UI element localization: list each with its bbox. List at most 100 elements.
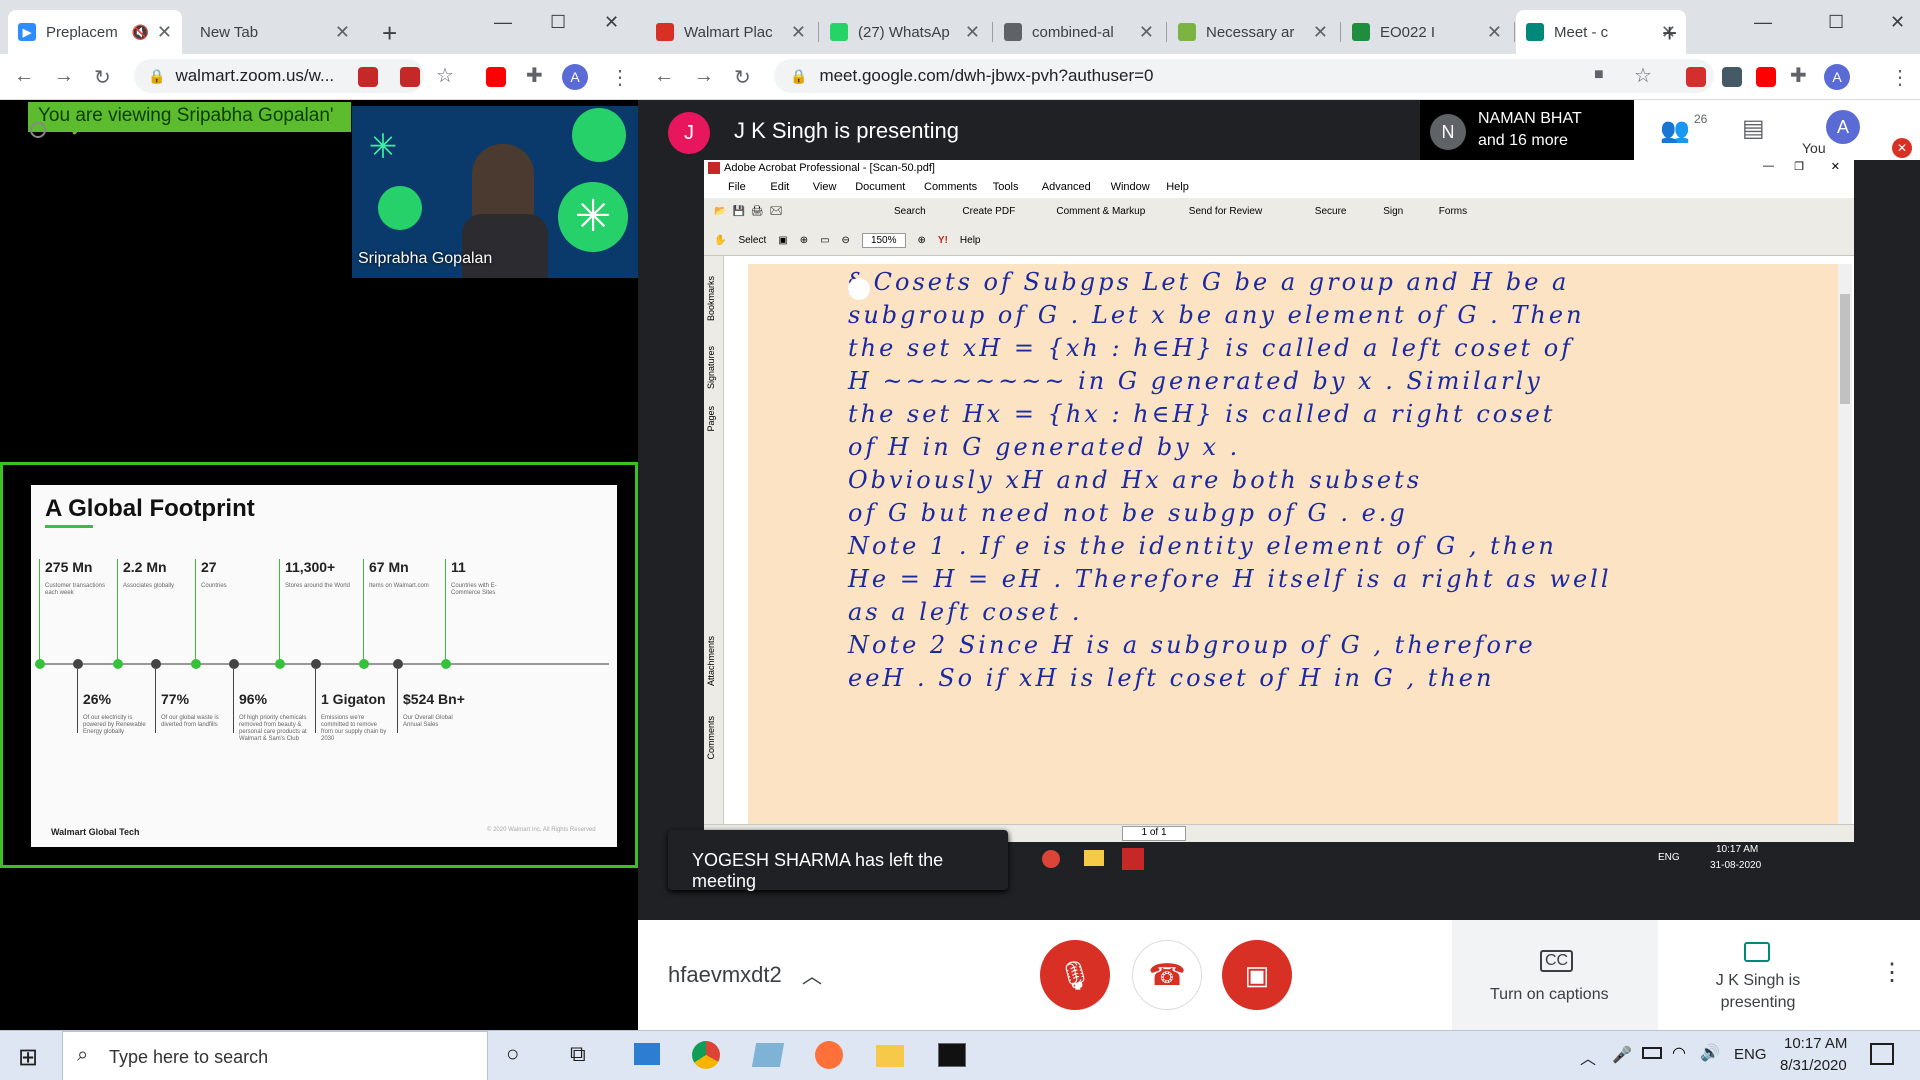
- zoom-out-icon[interactable]: ⊖: [842, 235, 850, 246]
- toolbar-forms[interactable]: Forms: [1439, 206, 1467, 217]
- terminal-icon[interactable]: [938, 1043, 966, 1067]
- leave-call-button[interactable]: ☎: [1132, 940, 1202, 1010]
- menu-item-window[interactable]: Window: [1111, 181, 1150, 193]
- url-field[interactable]: 🔒 walmart.zoom.us/w...: [134, 59, 424, 93]
- side-tab-signatures[interactable]: Signatures: [706, 346, 722, 389]
- app-icon[interactable]: [751, 1043, 785, 1067]
- acrobat-minimize-icon[interactable]: —: [1763, 160, 1774, 172]
- wifi-icon[interactable]: ◠: [1672, 1043, 1686, 1063]
- battery-icon[interactable]: [1642, 1047, 1662, 1059]
- zoom-plus-icon[interactable]: ⊕: [918, 235, 926, 246]
- close-window-icon[interactable]: ✕: [604, 12, 619, 33]
- more-options-icon[interactable]: ⋮: [1880, 958, 1904, 987]
- zoom-level[interactable]: 150%: [861, 232, 906, 248]
- menu-item-file[interactable]: File: [728, 181, 746, 193]
- profile-avatar[interactable]: A: [562, 64, 588, 90]
- toolbar-sign[interactable]: Sign: [1383, 206, 1403, 217]
- star-icon[interactable]: ☆: [436, 63, 454, 88]
- calendar-ext-icon[interactable]: [1722, 67, 1742, 87]
- reload-icon[interactable]: ↻: [94, 65, 111, 90]
- menu-icon[interactable]: ⋮: [1890, 65, 1910, 90]
- extensions-icon[interactable]: ✚: [1790, 63, 1807, 88]
- toolbar-search[interactable]: Search: [894, 206, 926, 217]
- menu-item-edit[interactable]: Edit: [770, 181, 789, 193]
- captions-button[interactable]: CC Turn on captions: [1452, 920, 1658, 1030]
- reload-icon[interactable]: ↻: [734, 65, 751, 90]
- camera-icon[interactable]: ■: [1594, 66, 1604, 84]
- menu-item-tools[interactable]: Tools: [993, 181, 1019, 193]
- file-tools-icons[interactable]: 📂💾🖨✉: [714, 206, 788, 217]
- youtube-ext-icon[interactable]: [486, 67, 506, 87]
- forward-icon[interactable]: →: [54, 65, 74, 88]
- file-explorer-icon[interactable]: [876, 1045, 904, 1067]
- shield-check-icon[interactable]: ✔: [70, 120, 85, 141]
- close-tab-icon[interactable]: ✕: [1313, 22, 1328, 43]
- toolbar-secure[interactable]: Secure: [1315, 206, 1347, 217]
- youtube-ext-icon[interactable]: [1756, 67, 1776, 87]
- camera-blocked-icon[interactable]: [400, 67, 420, 87]
- toolbar-comment-markup[interactable]: Comment & Markup: [1056, 206, 1145, 217]
- profile-avatar[interactable]: A: [1824, 64, 1850, 90]
- close-tab-icon[interactable]: ✕: [1139, 22, 1154, 43]
- new-tab-button[interactable]: +: [1662, 18, 1677, 49]
- menu-item-view[interactable]: View: [813, 181, 837, 193]
- acrobat-close-icon[interactable]: ✕: [1831, 160, 1840, 173]
- language-indicator[interactable]: ENG: [1734, 1046, 1767, 1063]
- menu-item-document[interactable]: Document: [855, 181, 905, 193]
- close-tab-icon[interactable]: ✕: [965, 22, 980, 43]
- help-button[interactable]: Help: [960, 235, 981, 246]
- side-tab-bookmarks[interactable]: Bookmarks: [706, 276, 722, 321]
- mute-tab-icon[interactable]: 🔇: [131, 24, 148, 41]
- volume-icon[interactable]: 🔊: [1700, 1043, 1720, 1063]
- windows-start-icon[interactable]: ⊞: [18, 1043, 38, 1072]
- tab-new[interactable]: New Tab ✕: [190, 10, 360, 54]
- menu-item-help[interactable]: Help: [1166, 181, 1189, 193]
- tab-3[interactable]: combined-al ✕: [994, 10, 1164, 54]
- info-icon[interactable]: [30, 122, 46, 138]
- people-icon[interactable]: 👥: [1660, 116, 1690, 145]
- close-tab-icon[interactable]: ✕: [335, 22, 350, 43]
- close-tab-icon[interactable]: ✕: [791, 22, 806, 43]
- acrobat-restore-icon[interactable]: ❐: [1794, 160, 1804, 173]
- fit-page-icon[interactable]: ▭: [820, 235, 829, 246]
- chat-icon[interactable]: ▤: [1742, 114, 1765, 143]
- minimize-icon[interactable]: —: [494, 12, 512, 33]
- chrome-icon[interactable]: [692, 1041, 720, 1069]
- clock-date[interactable]: 8/31/2020: [1780, 1057, 1847, 1074]
- abp-ext-icon[interactable]: [1686, 67, 1706, 87]
- menu-item-advanced[interactable]: Advanced: [1042, 181, 1091, 193]
- back-icon[interactable]: ←: [14, 65, 34, 88]
- participant-video-tile[interactable]: ✳ ✳ Sriprabha Gopalan: [352, 106, 638, 278]
- back-icon[interactable]: ←: [654, 65, 674, 88]
- star-icon[interactable]: ☆: [1634, 63, 1652, 88]
- scrollbar-thumb[interactable]: [1840, 294, 1850, 404]
- firefox-icon[interactable]: [815, 1041, 843, 1069]
- chevron-up-icon[interactable]: ︿: [802, 960, 822, 989]
- blocked-icon[interactable]: [358, 67, 378, 87]
- extensions-icon[interactable]: ✚: [526, 63, 543, 88]
- cortana-icon[interactable]: ○: [506, 1041, 519, 1067]
- toolbar-create-pdf[interactable]: Create PDF: [962, 206, 1015, 217]
- computer-icon[interactable]: [634, 1043, 660, 1065]
- scrollbar[interactable]: [1838, 264, 1852, 824]
- clock-time[interactable]: 10:17 AM: [1784, 1035, 1847, 1052]
- forward-icon[interactable]: →: [694, 65, 714, 88]
- tab-zoom[interactable]: ▶ Preplacem 🔇 ✕: [8, 10, 182, 54]
- task-view-icon[interactable]: ⧉: [570, 1041, 586, 1067]
- close-tab-icon[interactable]: ✕: [1487, 22, 1502, 43]
- maximize-icon[interactable]: ☐: [550, 12, 566, 33]
- new-tab-button[interactable]: +: [382, 18, 397, 49]
- notifications-icon[interactable]: [1870, 1043, 1894, 1065]
- page-number-box[interactable]: 1 of 1: [1122, 826, 1186, 841]
- menu-item-comments[interactable]: Comments: [924, 181, 977, 193]
- tab-4[interactable]: Necessary ar ✕: [1168, 10, 1338, 54]
- side-tab-comments[interactable]: Comments: [706, 716, 722, 760]
- taskbar-search[interactable]: ⌕ Type here to search: [62, 1031, 488, 1080]
- tray-chevron-icon[interactable]: ︿: [1580, 1045, 1596, 1069]
- toolbar-send-for-review[interactable]: Send for Review: [1189, 206, 1262, 217]
- menu-icon[interactable]: ⋮: [610, 65, 630, 90]
- maximize-icon[interactable]: ☐: [1828, 12, 1844, 33]
- hand-tool-icon[interactable]: ✋: [714, 235, 726, 246]
- side-tab-pages[interactable]: Pages: [706, 406, 722, 432]
- camera-off-button[interactable]: ▣: [1222, 940, 1292, 1010]
